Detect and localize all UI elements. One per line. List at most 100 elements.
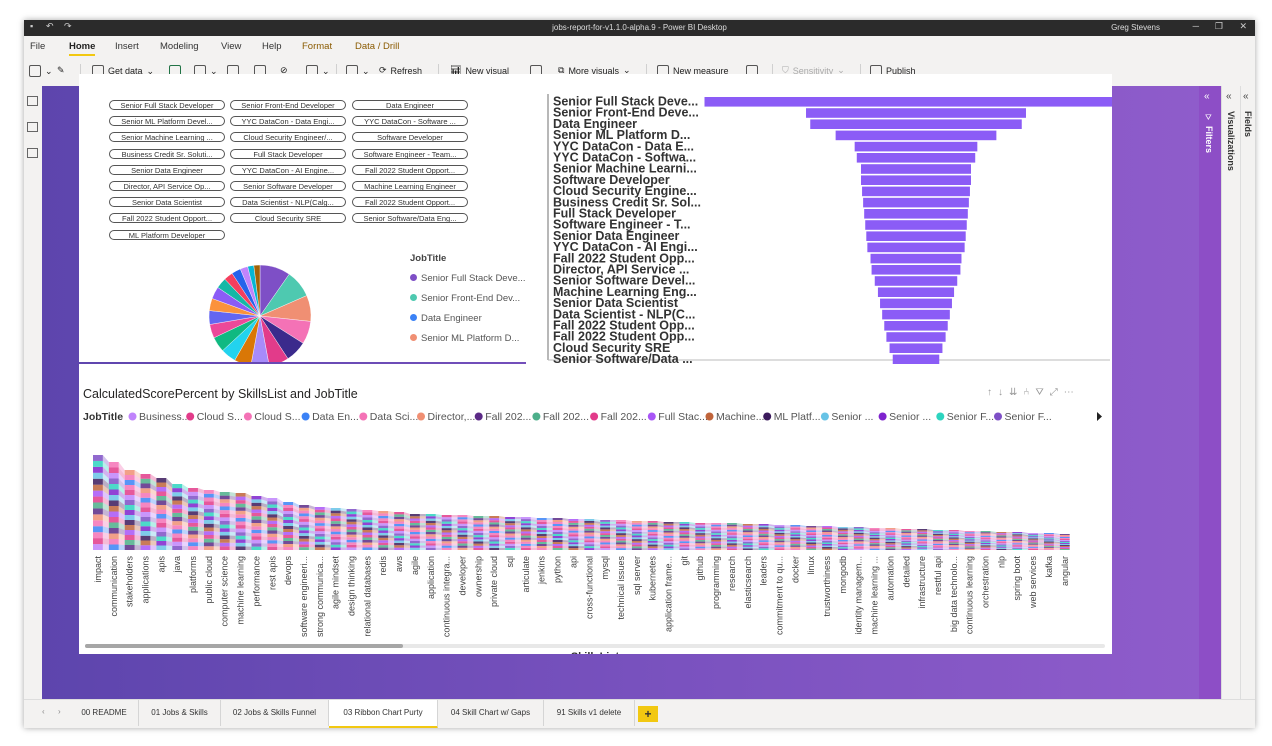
ribbon-segment[interactable] xyxy=(1044,545,1054,547)
ribbon-segment[interactable] xyxy=(235,532,246,536)
ribbon-segment[interactable] xyxy=(172,529,183,534)
ribbon-segment[interactable] xyxy=(457,523,468,526)
ribbon-segment[interactable] xyxy=(235,528,246,533)
ribbon-segment[interactable] xyxy=(489,537,500,540)
report-view-icon[interactable] xyxy=(27,96,38,106)
ribbon-segment[interactable] xyxy=(679,546,690,549)
ribbon-segment[interactable] xyxy=(552,540,563,542)
ribbon-segment[interactable] xyxy=(917,543,928,545)
ribbon-segment[interactable] xyxy=(410,523,420,526)
ribbon-segment[interactable] xyxy=(663,527,674,529)
ribbon-segment[interactable] xyxy=(901,532,912,535)
menu-file[interactable]: File xyxy=(30,41,45,52)
ribbon-segment[interactable] xyxy=(853,538,864,540)
ribbon-segment[interactable] xyxy=(299,533,309,536)
ribbon-segment[interactable] xyxy=(124,470,135,475)
ribbon-segment[interactable] xyxy=(299,516,309,520)
ribbon-segment[interactable] xyxy=(790,526,801,529)
ribbon-segment[interactable] xyxy=(188,511,198,516)
ribbon-segment[interactable] xyxy=(473,516,484,519)
ribbon-segment[interactable] xyxy=(853,532,864,535)
chart-legend-label[interactable]: Fall 202... xyxy=(543,411,589,423)
ribbon-segment[interactable] xyxy=(536,542,547,544)
ribbon-segment[interactable] xyxy=(378,513,389,516)
ribbon-segment[interactable] xyxy=(362,525,373,528)
ribbon-segment[interactable] xyxy=(885,539,896,541)
ribbon-segment[interactable] xyxy=(203,546,214,550)
ribbon-segment[interactable] xyxy=(790,534,801,536)
ribbon-segment[interactable] xyxy=(996,534,1007,536)
ribbon-segment[interactable] xyxy=(473,547,484,550)
ribbon-segment[interactable] xyxy=(520,517,531,520)
ribbon-segment[interactable] xyxy=(695,548,706,550)
ribbon-segment[interactable] xyxy=(473,543,484,546)
ribbon-segment[interactable] xyxy=(616,533,626,535)
ribbon-segment[interactable] xyxy=(219,513,230,518)
ribbon-segment[interactable] xyxy=(631,542,642,545)
ribbon-segment[interactable] xyxy=(251,509,262,513)
ribbon-segment[interactable] xyxy=(552,548,563,550)
ribbon-segment[interactable] xyxy=(964,542,975,545)
ribbon-segment[interactable] xyxy=(552,532,563,534)
tab-skill-chart-gaps[interactable]: 04 Skill Chart w/ Gaps xyxy=(438,700,544,726)
ribbon-segment[interactable] xyxy=(869,537,880,539)
ribbon-segment[interactable] xyxy=(441,519,452,522)
ribbon-segment[interactable] xyxy=(108,495,119,501)
ribbon-segment[interactable] xyxy=(885,548,896,550)
ribbon-segment[interactable] xyxy=(108,489,119,496)
ribbon-segment[interactable] xyxy=(948,533,959,535)
ribbon-segment[interactable] xyxy=(251,533,262,537)
chart-legend-label[interactable]: Full Stac... xyxy=(658,411,708,423)
ribbon-segment[interactable] xyxy=(568,544,579,547)
ribbon-segment[interactable] xyxy=(996,536,1007,538)
ribbon-segment[interactable] xyxy=(505,527,515,530)
ribbon-segment[interactable] xyxy=(948,546,959,548)
ribbon-segment[interactable] xyxy=(679,539,690,542)
ribbon-segment[interactable] xyxy=(156,514,167,519)
ribbon-segment[interactable] xyxy=(124,530,135,535)
ribbon-segment[interactable] xyxy=(283,535,294,538)
ribbon-segment[interactable] xyxy=(425,541,436,544)
ribbon-segment[interactable] xyxy=(869,539,880,541)
ribbon-segment[interactable] xyxy=(457,547,468,550)
ribbon-segment[interactable] xyxy=(663,525,674,528)
ribbon-segment[interactable] xyxy=(505,529,515,532)
ribbon-segment[interactable] xyxy=(1059,538,1070,539)
ribbon-segment[interactable] xyxy=(711,523,721,525)
ribbon-segment[interactable] xyxy=(948,547,959,549)
ribbon-segment[interactable] xyxy=(822,527,832,530)
ribbon-segment[interactable] xyxy=(1028,533,1038,535)
ribbon-segment[interactable] xyxy=(457,536,468,540)
ribbon-segment[interactable] xyxy=(631,537,642,540)
ribbon-segment[interactable] xyxy=(901,540,912,543)
ribbon-segment[interactable] xyxy=(600,533,611,535)
ribbon-segment[interactable] xyxy=(1028,538,1038,540)
ribbon-segment[interactable] xyxy=(235,539,246,543)
ribbon-segment[interactable] xyxy=(695,523,706,525)
ribbon-segment[interactable] xyxy=(188,538,198,543)
ribbon-segment[interactable] xyxy=(758,528,769,531)
ribbon-segment[interactable] xyxy=(1059,541,1070,542)
ribbon-segment[interactable] xyxy=(695,543,706,545)
ribbon-segment[interactable] xyxy=(505,535,515,538)
ribbon-segment[interactable] xyxy=(631,531,642,534)
ribbon-segment[interactable] xyxy=(489,547,500,550)
ribbon-segment[interactable] xyxy=(980,531,991,533)
ribbon-segment[interactable] xyxy=(1059,548,1070,549)
ribbon-segment[interactable] xyxy=(520,527,531,530)
ribbon-segment[interactable] xyxy=(552,524,563,526)
ribbon-segment[interactable] xyxy=(647,535,658,538)
ribbon-segment[interactable] xyxy=(505,525,515,528)
ribbon-segment[interactable] xyxy=(489,528,500,531)
ribbon-segment[interactable] xyxy=(378,511,389,514)
ribbon-segment[interactable] xyxy=(568,540,579,543)
ribbon-segment[interactable] xyxy=(901,539,912,541)
ribbon-segment[interactable] xyxy=(172,545,183,550)
chart-legend-label[interactable]: Fall 202... xyxy=(601,411,647,423)
ribbon-segment[interactable] xyxy=(917,544,928,547)
add-page-button[interactable]: + xyxy=(638,706,658,722)
ribbon-segment[interactable] xyxy=(299,535,309,539)
ribbon-segment[interactable] xyxy=(283,532,294,535)
ribbon-segment[interactable] xyxy=(679,525,690,528)
ribbon-segment[interactable] xyxy=(108,522,119,529)
